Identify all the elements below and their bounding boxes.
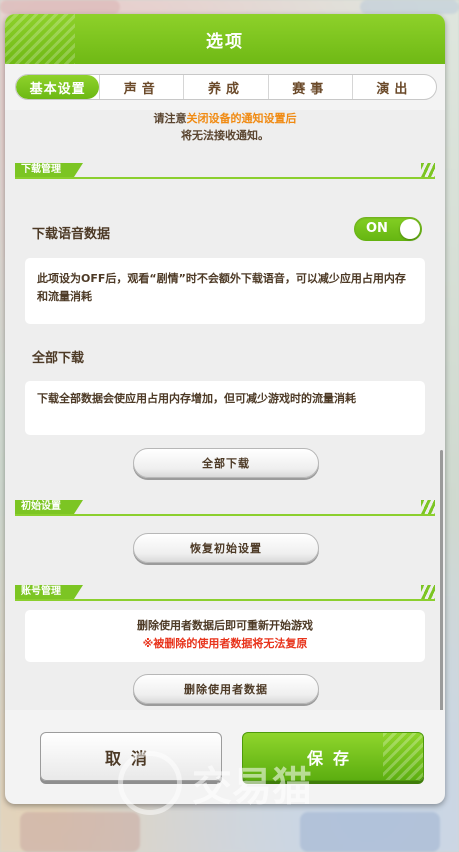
options-dialog: 选项 基本设置 声音 养成 赛事 演出 请注意关闭设备的通知设置后 将无法接收通… (5, 14, 445, 804)
scrollbar[interactable] (440, 450, 443, 710)
account-desc-line1: 删除使用者数据后即可重新开始游戏 (137, 619, 313, 632)
full-download-label: 全部下载 (32, 351, 85, 366)
section-header-initial: 初始设置 (15, 500, 435, 516)
section-label-initial: 初始设置 (15, 500, 83, 514)
section-header-download: 下载管理 (15, 163, 435, 179)
full-download-description: 下载全部数据会使应用占用内存增加，但可减少游戏时的流量消耗 (25, 381, 425, 435)
dialog-titlebar: 选项 (5, 14, 445, 64)
delete-user-data-button[interactable]: 删除使用者数据 (133, 674, 319, 704)
notice-prefix: 请注意 (153, 112, 187, 125)
section-stripes (421, 500, 435, 514)
notice-highlight: 关闭设备的通知设置后 (186, 112, 297, 125)
account-description: 删除使用者数据后即可重新开始游戏 ※被删除的使用者数据将无法复原 (25, 610, 425, 662)
cancel-button[interactable]: 取消 (40, 732, 222, 781)
tab-sound[interactable]: 声音 (99, 75, 183, 99)
notice-line2: 将无法接收通知。 (181, 129, 269, 142)
tab-performance[interactable]: 演出 (351, 75, 436, 99)
section-label-download: 下载管理 (15, 163, 83, 177)
tab-basic-settings[interactable]: 基本设置 (16, 75, 100, 99)
dialog-title: 选项 (206, 31, 244, 52)
tab-bar: 基本设置 声音 养成 赛事 演出 (15, 74, 437, 100)
section-stripes (421, 163, 435, 177)
full-download-button[interactable]: 全部下载 (133, 448, 319, 478)
toggle-state: ON (366, 221, 388, 236)
section-label-account: 账号管理 (15, 585, 83, 599)
section-stripes (421, 585, 435, 599)
reset-defaults-button[interactable]: 恢复初始设置 (133, 533, 319, 563)
section-header-account: 账号管理 (15, 585, 435, 601)
account-warning: ※被删除的使用者数据将无法复原 (142, 637, 308, 650)
notification-notice: 请注意关闭设备的通知设置后 将无法接收通知。 (5, 110, 445, 144)
tab-training[interactable]: 养成 (183, 75, 267, 99)
voice-download-description: 此项设为OFF后，观看“剧情”时不会额外下载语音，可以减少应用占用内存和流量消耗 (25, 258, 425, 324)
toggle-knob (400, 219, 420, 239)
save-button[interactable]: 保存 (242, 732, 424, 781)
voice-download-label: 下载语音数据 (32, 227, 111, 242)
tab-events[interactable]: 赛事 (267, 75, 352, 99)
voice-download-toggle[interactable]: ON (354, 217, 422, 241)
settings-scroll-area[interactable]: 请注意关闭设备的通知设置后 将无法接收通知。 下载管理 下载语音数据 ON 此项… (5, 110, 445, 710)
